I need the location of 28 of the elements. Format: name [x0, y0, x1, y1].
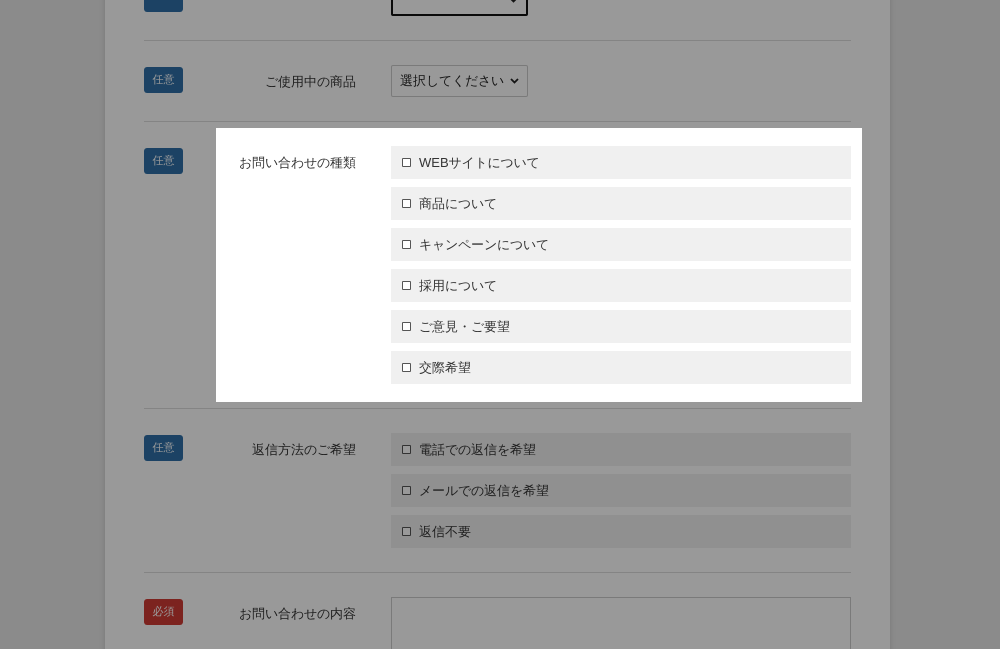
checkbox-option[interactable]: 電話での返信を希望: [391, 433, 851, 466]
badge: 任意: [144, 148, 183, 174]
checkbox[interactable]: [402, 486, 411, 495]
select-field[interactable]: 選択してください: [391, 65, 528, 97]
checkbox[interactable]: [402, 281, 411, 290]
checkbox[interactable]: [402, 199, 411, 208]
badge: 必須: [144, 599, 183, 625]
checkbox[interactable]: [402, 322, 411, 331]
checkbox[interactable]: [402, 240, 411, 249]
checkbox-option[interactable]: 商品について: [391, 187, 851, 220]
checkbox[interactable]: [402, 527, 411, 536]
field-label: お問い合わせの内容: [238, 605, 356, 623]
checkbox[interactable]: [402, 445, 411, 454]
field-label: 返信方法のご希望: [251, 441, 356, 459]
checkbox-option[interactable]: ご意見・ご要望: [391, 310, 851, 343]
checkbox[interactable]: [402, 158, 411, 167]
checkbox-option[interactable]: キャンペーンについて: [391, 228, 851, 261]
checkbox-option[interactable]: メールでの返信を希望: [391, 474, 851, 507]
checkbox-option[interactable]: 交際希望: [391, 351, 851, 384]
badge: 任意: [144, 435, 183, 461]
field-label: お問い合わせの種類: [238, 154, 356, 172]
badge: 任意: [144, 67, 183, 93]
checkbox-option[interactable]: 返信不要: [391, 515, 851, 548]
checkbox-option[interactable]: WEBサイトについて: [391, 146, 851, 179]
chevron-down-icon: [510, 78, 519, 84]
checkbox-option[interactable]: 採用について: [391, 269, 851, 302]
field-label: ご使用中の商品: [264, 73, 356, 91]
checkbox[interactable]: [402, 363, 411, 372]
